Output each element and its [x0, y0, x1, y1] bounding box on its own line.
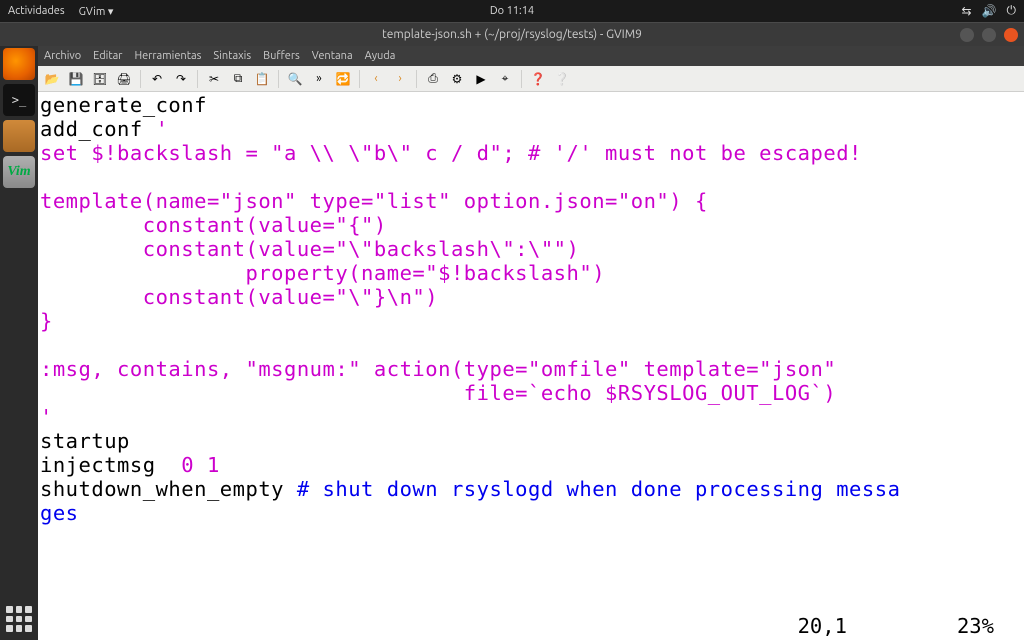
save-icon[interactable]: 💾 — [66, 69, 86, 89]
toolbar-separator — [416, 70, 417, 88]
code-line: file=`echo $RSYSLOG_OUT_LOG`) — [40, 381, 836, 405]
gvim-toolbar: 📂 💾 🗄 🖨 ↶ ↷ ✂ ⧉ 📋 🔍 » 🔁 ‹ › ⎙ ⚙ ▶ ⌖ ❓ — [38, 66, 1024, 92]
code-line: constant(value="\"backslash\":\"") — [40, 237, 579, 261]
paste-icon[interactable]: 📋 — [252, 69, 272, 89]
window-maximize-button[interactable] — [982, 28, 996, 42]
window-title: template-json.sh + (~/proj/rsyslog/tests… — [382, 28, 642, 41]
code-line: ' — [40, 405, 53, 429]
dock-gvim-icon[interactable]: Vim — [3, 156, 35, 188]
code-line: 0 1 — [181, 453, 220, 477]
menu-editar[interactable]: Editar — [93, 50, 122, 62]
gnome-top-bar: Actividades GVim ▾ Do 11:14 ⇆ 🔊 ⏻ — [0, 0, 1024, 22]
replace-icon[interactable]: 🔁 — [333, 69, 353, 89]
code-line: ges — [40, 501, 79, 525]
code-line: template(name="json" type="list" option.… — [40, 189, 708, 213]
code-line: # shut down rsyslogd when done processin… — [297, 477, 901, 501]
cursor-position: 20,1 — [798, 614, 847, 638]
system-tray[interactable]: ⇆ 🔊 ⏻ — [961, 4, 1016, 18]
dock-terminal-icon[interactable]: >_ — [3, 84, 35, 116]
saveall-icon[interactable]: 🗄 — [90, 69, 110, 89]
find-icon[interactable]: 🔍 — [285, 69, 305, 89]
window-title-bar: template-json.sh + (~/proj/rsyslog/tests… — [0, 22, 1024, 46]
help-icon[interactable]: ❓ — [528, 69, 548, 89]
clock[interactable]: Do 11:14 — [490, 5, 534, 17]
toolbar-separator — [278, 70, 279, 88]
open-icon[interactable]: 📂 — [42, 69, 62, 89]
code-line: constant(value="{") — [40, 213, 387, 237]
launcher-dock: >_ Vim — [0, 46, 38, 640]
toolbar-separator — [140, 70, 141, 88]
nav-back-icon[interactable]: ‹ — [366, 69, 386, 89]
cut-icon[interactable]: ✂ — [204, 69, 224, 89]
code-line: ' — [156, 117, 169, 141]
make-icon[interactable]: ⚙ — [447, 69, 467, 89]
menu-herramientas[interactable]: Herramientas — [134, 50, 201, 62]
toolbar-separator — [359, 70, 360, 88]
code-line: add_conf — [40, 117, 156, 141]
copy-icon[interactable]: ⧉ — [228, 69, 248, 89]
menu-sintaxis[interactable]: Sintaxis — [213, 50, 251, 62]
code-line: startup — [40, 429, 130, 453]
gvim-menu-bar: Archivo Editar Herramientas Sintaxis Buf… — [38, 46, 1024, 66]
toolbar-separator — [197, 70, 198, 88]
menu-ventana[interactable]: Ventana — [312, 50, 353, 62]
power-icon[interactable]: ⏻ — [1007, 4, 1017, 18]
help2-icon[interactable]: ❔ — [552, 69, 572, 89]
gvim-ruler: 20,1 23% — [798, 614, 1006, 638]
toolbar-separator — [521, 70, 522, 88]
dock-firefox-icon[interactable] — [3, 48, 35, 80]
window-minimize-button[interactable] — [960, 28, 974, 42]
code-line: shutdown_when_empty — [40, 477, 297, 501]
code-line: constant(value="\"}\n") — [40, 285, 438, 309]
show-applications-button[interactable] — [6, 606, 32, 632]
app-menu-button[interactable]: GVim ▾ — [79, 5, 114, 18]
volume-icon[interactable]: 🔊 — [982, 4, 997, 18]
code-line: property(name="$!backslash") — [40, 261, 605, 285]
script-icon[interactable]: ⎙ — [423, 69, 443, 89]
network-icon[interactable]: ⇆ — [961, 4, 971, 18]
menu-ayuda[interactable]: Ayuda — [365, 50, 396, 62]
activities-button[interactable]: Actividades — [8, 5, 65, 17]
findnext-icon[interactable]: » — [309, 69, 329, 89]
menu-buffers[interactable]: Buffers — [263, 50, 300, 62]
tag-icon[interactable]: ⌖ — [495, 69, 515, 89]
undo-icon[interactable]: ↶ — [147, 69, 167, 89]
window-close-button[interactable] — [1004, 28, 1018, 42]
scroll-percent: 23% — [957, 614, 994, 638]
code-line: injectmsg — [40, 453, 181, 477]
code-line: } — [40, 309, 53, 333]
nav-fwd-icon[interactable]: › — [390, 69, 410, 89]
menu-archivo[interactable]: Archivo — [44, 50, 81, 62]
print-icon[interactable]: 🖨 — [114, 69, 134, 89]
shell-icon[interactable]: ▶ — [471, 69, 491, 89]
code-line: generate_conf — [40, 93, 207, 117]
dock-files-icon[interactable] — [3, 120, 35, 152]
code-line: :msg, contains, "msgnum:" action(type="o… — [40, 357, 836, 381]
code-line: set $!backslash = "a \\ \"b\" c / d"; # … — [40, 141, 862, 165]
editor-text-area[interactable]: generate_conf add_conf ' set $!backslash… — [38, 92, 1024, 640]
redo-icon[interactable]: ↷ — [171, 69, 191, 89]
gvim-window: Archivo Editar Herramientas Sintaxis Buf… — [38, 46, 1024, 640]
